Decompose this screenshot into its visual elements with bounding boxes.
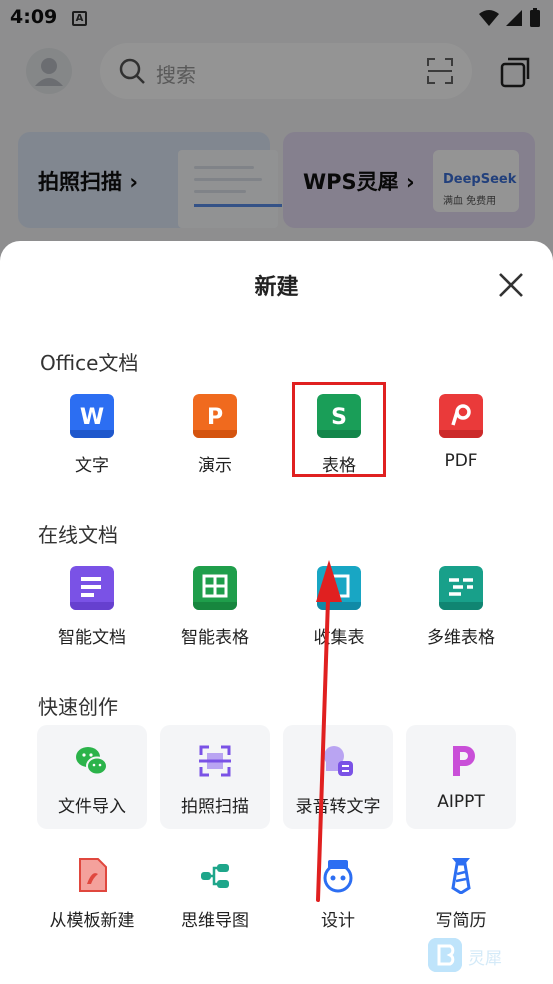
watermark: 灵犀 xyxy=(428,938,528,972)
watermark-text: 灵犀 xyxy=(468,949,502,969)
watermark-logo-icon xyxy=(428,938,462,972)
annotation-arrow xyxy=(316,560,342,902)
